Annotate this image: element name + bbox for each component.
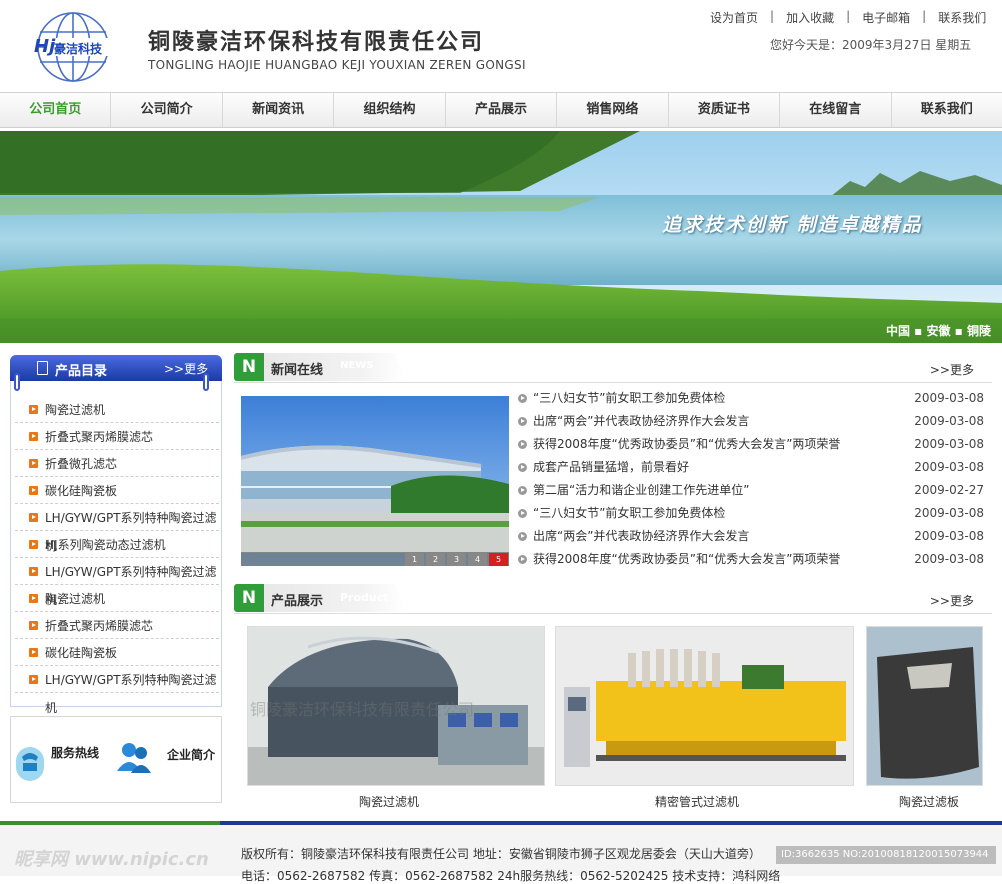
arrow-bullet-icon — [29, 675, 38, 684]
arrow-bullet-icon — [29, 405, 38, 414]
news-section-header: N 新闻在线 NEWS >>更多 — [234, 353, 992, 383]
nav-item-organization[interactable]: 组织结构 — [334, 93, 446, 127]
image-watermark: 铜陵豪洁环保科技有限责任公司 — [250, 700, 475, 719]
products-more-link[interactable]: >>更多 — [930, 592, 974, 609]
product-caption[interactable]: 精密管式过滤机 — [555, 793, 839, 810]
pager-button[interactable]: 1 — [405, 553, 424, 566]
arrow-bullet-icon — [518, 417, 527, 426]
nav-item-contact[interactable]: 联系我们 — [892, 93, 1002, 127]
section-badge: N — [234, 584, 264, 612]
pager-button-active[interactable]: 5 — [489, 553, 508, 566]
catalog-item[interactable]: 碳化硅陶瓷板 — [15, 639, 219, 666]
date-greeting: 您好今天是：2009年3月27日 星期五 — [770, 38, 972, 52]
news-item[interactable]: 成套产品销量猛增，前景看好 2009-03-08 — [514, 456, 988, 479]
catalog-item[interactable]: LH/GYW/GPT系列特种陶瓷过滤机 — [15, 504, 219, 553]
catalog-item[interactable]: 陶瓷过滤机 — [15, 396, 219, 423]
phone-icon[interactable] — [15, 743, 45, 783]
product-caption[interactable]: 陶瓷过滤板 — [866, 793, 992, 810]
news-more-link[interactable]: >>更多 — [930, 361, 974, 378]
news-title-en: NEWS — [340, 360, 374, 371]
arrow-bullet-icon — [29, 594, 38, 603]
arrow-bullet-icon — [518, 463, 527, 472]
product-caption[interactable]: 陶瓷过滤机 — [247, 793, 531, 810]
main-nav: 公司首页 公司简介 新闻资讯 组织结构 产品展示 销售网络 资质证书 在线留言 … — [0, 92, 1002, 128]
products-title-en: Product — [340, 591, 389, 604]
scroll-pin-icon — [14, 373, 20, 391]
set-homepage-link[interactable]: 设为首页 — [698, 9, 770, 26]
news-title: 新闻在线 — [271, 363, 324, 378]
product-catalog-header: 产品目录 >>更多 — [10, 355, 222, 381]
image-id-watermark: ID:3662635 NO:20100818120015073944 — [776, 846, 996, 864]
news-photo[interactable] — [241, 396, 509, 566]
pager-button[interactable]: 2 — [426, 553, 445, 566]
news-item[interactable]: 获得2008年度“优秀政协委员”和“优秀大会发言”两项荣誉 2009-03-08 — [514, 433, 988, 456]
arrow-bullet-icon — [518, 555, 527, 564]
footer-copyright: 版权所有：铜陵豪洁环保科技有限责任公司 地址：安徽省铜陵市狮子区观龙居委会（天山… — [241, 847, 761, 861]
scroll-pin-icon — [203, 373, 209, 391]
nav-item-news[interactable]: 新闻资讯 — [223, 93, 335, 127]
products-title: 产品展示 — [271, 594, 324, 609]
news-item[interactable]: “三八妇女节”前女职工参加免费体检 2009-03-08 — [514, 387, 988, 410]
logo-text: 豪洁科技 — [54, 42, 103, 56]
nav-item-sales[interactable]: 销售网络 — [557, 93, 669, 127]
arrow-bullet-icon — [29, 513, 38, 522]
arrow-bullet-icon — [29, 459, 38, 468]
banner-slogan: 追求技术创新 制造卓越精品 — [662, 214, 923, 236]
company-intro-link[interactable]: 企业简介 — [167, 746, 215, 763]
arrow-bullet-icon — [518, 486, 527, 495]
product-card[interactable] — [866, 626, 983, 786]
catalog-item[interactable]: 碳化硅陶瓷板 — [15, 477, 219, 504]
service-hotline-link[interactable]: 服务热线 — [51, 744, 99, 761]
catalog-item[interactable]: 折叠式聚丙烯膜滤芯 — [15, 612, 219, 639]
pager-button[interactable]: 3 — [447, 553, 466, 566]
document-icon — [37, 361, 48, 375]
catalog-item[interactable]: 折叠微孔滤芯 — [15, 450, 219, 477]
email-link[interactable]: 电子邮箱 — [850, 9, 922, 26]
catalog-title: 产品目录 — [55, 364, 108, 379]
company-logo[interactable]: Hj 豪洁科技 — [32, 10, 114, 84]
nav-item-home[interactable]: 公司首页 — [0, 93, 112, 127]
news-item[interactable]: 获得2008年度“优秀政协委员”和“优秀大会发言”两项荣誉 2009-03-08 — [514, 548, 988, 571]
catalog-item[interactable]: LH/GYW/GPT系列特种陶瓷过滤机 — [15, 666, 219, 715]
catalog-more-link[interactable]: >>更多 — [164, 360, 208, 377]
nav-item-message[interactable]: 在线留言 — [780, 93, 892, 127]
nav-item-certificates[interactable]: 资质证书 — [669, 93, 781, 127]
arrow-bullet-icon — [518, 394, 527, 403]
company-name-en: TONGLING HAOJIE HUANGBAO KEJI YOUXIAN ZE… — [148, 58, 526, 72]
banner-location: 中国 ▪ 安徽 ▪ 铜陵 — [886, 324, 991, 338]
products-section-header: N 产品展示 Product >>更多 — [234, 584, 992, 614]
logo-mark: Hj — [34, 36, 56, 57]
catalog-item[interactable]: 折叠式聚丙烯膜滤芯 — [15, 423, 219, 450]
arrow-bullet-icon — [29, 432, 38, 441]
nav-item-about[interactable]: 公司简介 — [111, 93, 223, 127]
arrow-bullet-icon — [29, 621, 38, 630]
arrow-bullet-icon — [29, 567, 38, 576]
section-badge: N — [234, 353, 264, 381]
catalog-item[interactable]: LH/GYW/GPT系列特种陶瓷过滤机 — [15, 558, 219, 607]
users-icon[interactable] — [115, 741, 153, 775]
contact-link[interactable]: 联系我们 — [926, 9, 998, 26]
nav-item-products[interactable]: 产品展示 — [446, 93, 558, 127]
company-name-cn: 铜陵豪洁环保科技有限责任公司 — [148, 30, 485, 55]
arrow-bullet-icon — [29, 540, 38, 549]
pager-button[interactable]: 4 — [468, 553, 487, 566]
site-watermark: 昵享网 www.nipic.cn — [14, 849, 209, 870]
banner-image — [0, 131, 1002, 343]
arrow-bullet-icon — [518, 509, 527, 518]
product-catalog-list: 陶瓷过滤机 折叠式聚丙烯膜滤芯 折叠微孔滤芯 碳化硅陶瓷板 LH/GYW/GPT… — [10, 373, 222, 715]
catalog-item[interactable]: HJ系列陶瓷动态过滤机 — [15, 531, 219, 558]
news-item[interactable]: 出席“两会”并代表政协经济界作大会发言 2009-03-08 — [514, 410, 988, 433]
news-item[interactable]: “三八妇女节”前女职工参加免费体检 2009-03-08 — [514, 502, 988, 525]
add-favorite-link[interactable]: 加入收藏 — [774, 9, 846, 26]
top-links: 设为首页 | 加入收藏 | 电子邮箱 | 联系我们 — [698, 9, 998, 26]
arrow-bullet-icon — [29, 486, 38, 495]
arrow-bullet-icon — [518, 440, 527, 449]
news-item[interactable]: 出席“两会”并代表政协经济界作大会发言 2009-03-08 — [514, 525, 988, 548]
arrow-bullet-icon — [29, 648, 38, 657]
service-box: 服务热线 企业简介 — [10, 716, 222, 803]
arrow-bullet-icon — [518, 532, 527, 541]
news-item[interactable]: 第二届“活力和谐企业创建工作先进单位” 2009-02-27 — [514, 479, 988, 502]
catalog-item[interactable]: 陶瓷过滤机 — [15, 585, 219, 612]
product-card[interactable] — [555, 626, 854, 786]
